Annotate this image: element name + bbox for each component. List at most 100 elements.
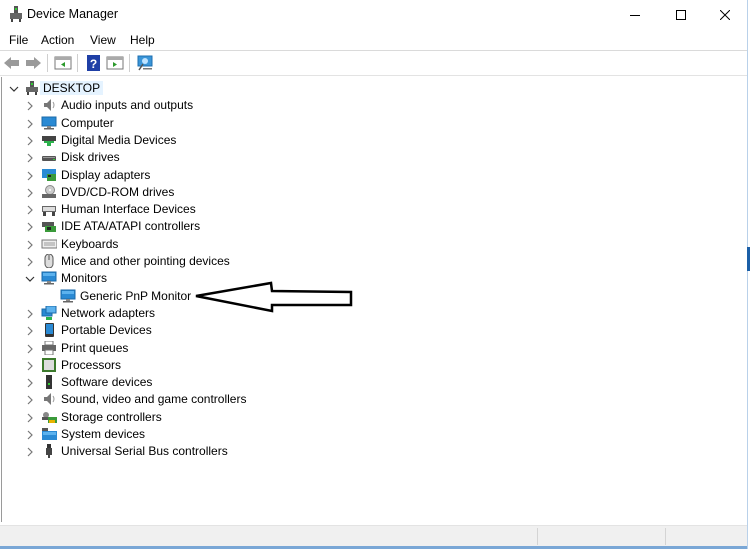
close-button[interactable] bbox=[702, 0, 748, 30]
title-bar: Device Manager bbox=[0, 0, 750, 30]
chevron-right-icon[interactable] bbox=[25, 188, 35, 198]
tree-item[interactable]: Universal Serial Bus controllers bbox=[2, 443, 702, 460]
system-devices-icon bbox=[42, 428, 57, 440]
tree-item-label: Human Interface Devices bbox=[61, 202, 196, 216]
tree-item[interactable]: System devices bbox=[2, 426, 702, 443]
tree-item-label: Universal Serial Bus controllers bbox=[61, 444, 228, 458]
tree-item[interactable]: Digital Media Devices bbox=[2, 132, 702, 149]
tree-item-label: IDE ATA/ATAPI controllers bbox=[61, 219, 201, 233]
tree-item-label: Disk drives bbox=[61, 150, 120, 164]
tree-item[interactable]: Disk drives bbox=[2, 149, 702, 166]
tree-item-label: Digital Media Devices bbox=[61, 133, 177, 147]
forward-arrow-icon[interactable] bbox=[24, 55, 42, 71]
tree-item[interactable]: Storage controllers bbox=[2, 409, 702, 426]
toolbar-separator bbox=[47, 54, 48, 72]
chevron-right-icon[interactable] bbox=[25, 395, 35, 405]
status-separator bbox=[665, 528, 666, 545]
device-tree: DESKTOP Audio inputs and outputs Computer… bbox=[1, 77, 749, 522]
computer-icon bbox=[41, 116, 57, 130]
computer-tower-icon bbox=[26, 81, 38, 95]
maximize-button[interactable] bbox=[658, 0, 704, 30]
chevron-down-icon[interactable] bbox=[25, 274, 35, 284]
chevron-right-icon[interactable] bbox=[25, 257, 35, 267]
tree-item-label: DVD/CD-ROM drives bbox=[61, 185, 175, 199]
speaker-icon bbox=[44, 393, 55, 405]
ide-controller-icon bbox=[42, 222, 56, 232]
tree-item-label: Keyboards bbox=[61, 237, 119, 251]
monitor-scan-icon[interactable] bbox=[136, 55, 154, 71]
action-pane-icon[interactable] bbox=[106, 55, 124, 71]
chevron-right-icon[interactable] bbox=[25, 153, 35, 163]
status-bar bbox=[0, 525, 748, 547]
chevron-right-icon[interactable] bbox=[25, 171, 35, 181]
chevron-right-icon[interactable] bbox=[25, 222, 35, 232]
printer-icon bbox=[42, 341, 56, 355]
chevron-right-icon[interactable] bbox=[25, 119, 35, 129]
tree-item[interactable]: Processors bbox=[2, 357, 702, 374]
help-icon[interactable]: ? bbox=[85, 55, 103, 71]
console-tree-icon[interactable] bbox=[54, 55, 72, 71]
network-adapter-icon bbox=[41, 306, 57, 320]
tree-item[interactable]: Human Interface Devices bbox=[2, 201, 702, 218]
tree-item[interactable]: Keyboards bbox=[2, 236, 702, 253]
close-icon bbox=[720, 10, 730, 20]
chevron-right-icon[interactable] bbox=[25, 361, 35, 371]
chevron-right-icon[interactable] bbox=[25, 378, 35, 388]
chevron-right-icon[interactable] bbox=[25, 447, 35, 457]
window-title: Device Manager bbox=[27, 7, 119, 21]
menu-file[interactable]: File bbox=[9, 33, 28, 47]
tree-item-label: Sound, video and game controllers bbox=[61, 392, 247, 406]
chevron-right-icon[interactable] bbox=[25, 240, 35, 250]
chevron-right-icon[interactable] bbox=[25, 101, 35, 111]
tree-item-label: Mice and other pointing devices bbox=[61, 254, 230, 268]
tree-item-label: Display adapters bbox=[61, 168, 151, 182]
tree-item-label: Monitors bbox=[61, 271, 108, 285]
monitor-icon bbox=[41, 271, 57, 285]
tree-item[interactable]: DVD/CD-ROM drives bbox=[2, 184, 702, 201]
chevron-right-icon[interactable] bbox=[25, 309, 35, 319]
chevron-right-icon[interactable] bbox=[25, 344, 35, 354]
svg-text:?: ? bbox=[90, 57, 97, 71]
tree-item-label: Processors bbox=[61, 358, 122, 372]
storage-controller-icon bbox=[42, 412, 57, 423]
tree-item-label: System devices bbox=[61, 427, 146, 441]
hid-icon bbox=[42, 206, 56, 216]
toolbar-separator bbox=[77, 54, 78, 72]
tree-item[interactable]: Display adapters bbox=[2, 167, 702, 184]
tree-root-label: DESKTOP bbox=[40, 81, 104, 95]
chevron-right-icon[interactable] bbox=[25, 205, 35, 215]
speaker-icon bbox=[44, 99, 55, 111]
tree-item[interactable]: IDE ATA/ATAPI controllers bbox=[2, 218, 702, 235]
usb-icon bbox=[46, 444, 52, 458]
maximize-icon bbox=[676, 10, 686, 20]
chevron-right-icon[interactable] bbox=[25, 430, 35, 440]
tree-item[interactable]: Computer bbox=[2, 115, 702, 132]
tree-item[interactable]: Audio inputs and outputs bbox=[2, 97, 702, 114]
tree-item[interactable]: Portable Devices bbox=[2, 322, 702, 339]
chevron-down-icon[interactable] bbox=[9, 84, 19, 94]
software-device-icon bbox=[46, 375, 52, 389]
processor-icon bbox=[42, 358, 56, 372]
menu-view[interactable]: View bbox=[90, 33, 116, 47]
tree-item[interactable]: Print queues bbox=[2, 340, 702, 357]
tree-item-label: Storage controllers bbox=[61, 410, 162, 424]
tree-item-label: Computer bbox=[61, 116, 114, 130]
tree-item[interactable]: Software devices bbox=[2, 374, 702, 391]
tree-root-desktop[interactable]: DESKTOP bbox=[2, 80, 702, 97]
tree-item-label: Print queues bbox=[61, 341, 129, 355]
minimize-button[interactable] bbox=[612, 0, 658, 30]
tree-item[interactable]: Sound, video and game controllers bbox=[2, 391, 702, 408]
media-device-icon bbox=[42, 136, 56, 146]
chevron-right-icon[interactable] bbox=[25, 413, 35, 423]
device-manager-icon bbox=[10, 6, 22, 22]
menu-bar: File Action View Help bbox=[0, 30, 750, 51]
tree-item[interactable]: Mice and other pointing devices bbox=[2, 253, 702, 270]
chevron-right-icon[interactable] bbox=[25, 326, 35, 336]
monitor-icon bbox=[60, 289, 76, 303]
menu-help[interactable]: Help bbox=[130, 33, 155, 47]
back-arrow-icon[interactable] bbox=[3, 55, 21, 71]
status-separator bbox=[537, 528, 538, 545]
chevron-right-icon[interactable] bbox=[25, 136, 35, 146]
menu-action[interactable]: Action bbox=[41, 33, 74, 47]
toolbar: ? bbox=[0, 51, 750, 76]
